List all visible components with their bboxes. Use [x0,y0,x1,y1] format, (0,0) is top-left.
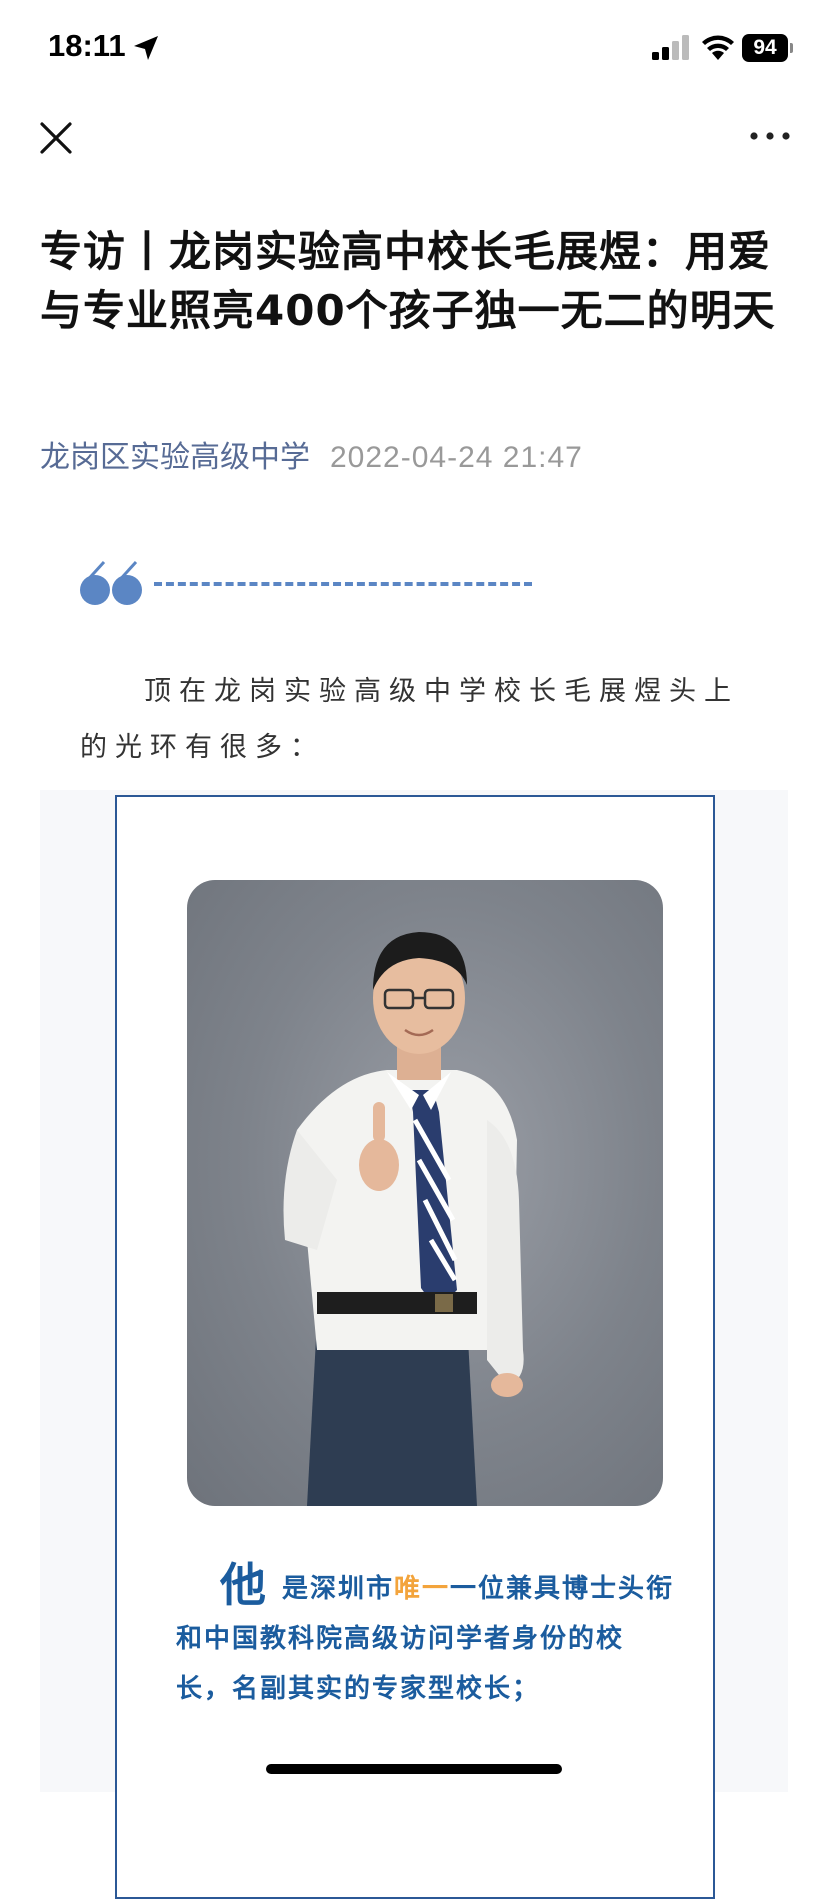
emphasis-char: 他 [220,1558,268,1612]
desc-part-1: 是深圳市 [282,1574,395,1604]
principal-photo[interactable] [187,880,663,1506]
publish-date: 2022-04-24 21:47 [330,441,583,474]
home-indicator[interactable] [266,1764,562,1774]
cellular-signal-icon [652,35,689,60]
quote-divider [154,582,532,586]
status-bar: 18:11 94 [0,0,828,100]
wifi-icon [702,35,734,60]
battery-nub [790,43,793,53]
status-time: 18:11 [48,28,126,63]
more-options-icon[interactable] [748,124,792,148]
article-meta: 龙岗区实验高级中学 2022-04-24 21:47 [40,432,583,476]
intro-paragraph: 顶在龙岗实验高级中学校长毛展煜头上的光环有很多： [80,676,739,763]
article-title: 专访丨龙岗实验高中校长毛展煜：用爱与专业照亮400个孩子独一无二的明天 [40,227,776,335]
battery-indicator: 94 [742,34,794,62]
close-icon[interactable] [36,118,76,158]
card-description: 他是深圳市唯一一位兼具博士头衔和中国教科院高级访问学者身份的校长，名副其实的专家… [176,1560,676,1714]
location-arrow-icon [134,36,158,60]
desc-highlight: 唯一 [394,1574,451,1604]
author-link[interactable]: 龙岗区实验高级中学 [40,441,310,474]
quote-mark-icon [80,560,142,605]
principal-portrait-illustration [283,932,524,1506]
battery-level: 94 [742,34,788,62]
